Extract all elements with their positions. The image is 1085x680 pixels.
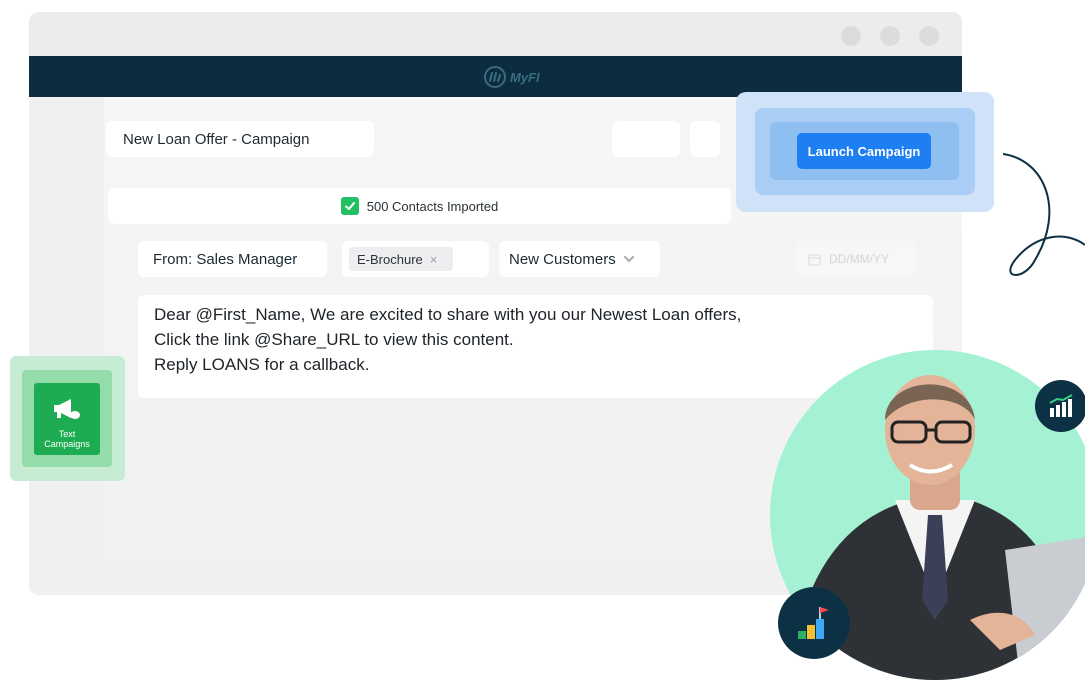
toolbar-button[interactable] xyxy=(612,121,680,157)
sender-field[interactable]: From: Sales Manager xyxy=(138,241,327,277)
chevron-down-icon xyxy=(623,255,634,262)
logo-text: MyFI xyxy=(510,69,540,85)
text-campaigns-label: Text xyxy=(58,429,76,439)
launch-campaign-button[interactable]: Launch Campaign xyxy=(797,133,931,169)
text-campaigns-button[interactable]: Text Campaigns xyxy=(34,383,100,455)
app-logo[interactable]: MyFI xyxy=(484,64,564,90)
text-campaigns-label: Campaigns xyxy=(44,439,90,449)
import-status-bar: 500 Contacts Imported xyxy=(108,188,731,224)
decorative-swirl xyxy=(1002,153,1085,276)
window-titlebar xyxy=(29,12,962,56)
audience-value: New Customers xyxy=(509,250,616,268)
myfi-logo-icon xyxy=(484,66,506,88)
audience-select[interactable]: New Customers xyxy=(499,241,660,277)
sender-text: From: Sales Manager xyxy=(153,250,298,268)
window-control-dot[interactable] xyxy=(919,26,939,46)
date-placeholder: DD/MM/YY xyxy=(829,252,889,266)
attachment-tag-label: E-Brochure xyxy=(357,251,423,267)
import-status-text: 500 Contacts Imported xyxy=(366,198,499,214)
goal-badge xyxy=(778,587,850,659)
message-line: Reply LOANS for a callback. xyxy=(154,355,370,374)
app-navbar: MyFI xyxy=(29,56,962,97)
window-control-dot[interactable] xyxy=(841,26,861,46)
schedule-date-field[interactable]: DD/MM/YY xyxy=(796,241,916,277)
message-line: Dear @First_Name, We are excited to shar… xyxy=(154,305,742,324)
growth-badge xyxy=(1035,380,1085,432)
close-icon[interactable]: × xyxy=(430,252,438,267)
window-control-dot[interactable] xyxy=(880,26,900,46)
message-line: Click the link @Share_URL to view this c… xyxy=(154,330,514,349)
growth-chart-icon xyxy=(1049,394,1073,417)
goal-bars-flag-icon xyxy=(798,607,829,639)
attachment-tag[interactable]: E-Brochure × xyxy=(349,247,453,271)
campaign-name-field[interactable]: New Loan Offer - Campaign xyxy=(106,121,374,157)
megaphone-icon xyxy=(54,399,80,419)
campaign-name-text: New Loan Offer - Campaign xyxy=(123,130,310,148)
calendar-icon xyxy=(808,253,821,266)
message-body[interactable]: Dear @First_Name, We are excited to shar… xyxy=(138,295,933,398)
check-icon xyxy=(340,197,359,215)
toolbar-button[interactable] xyxy=(690,121,720,157)
